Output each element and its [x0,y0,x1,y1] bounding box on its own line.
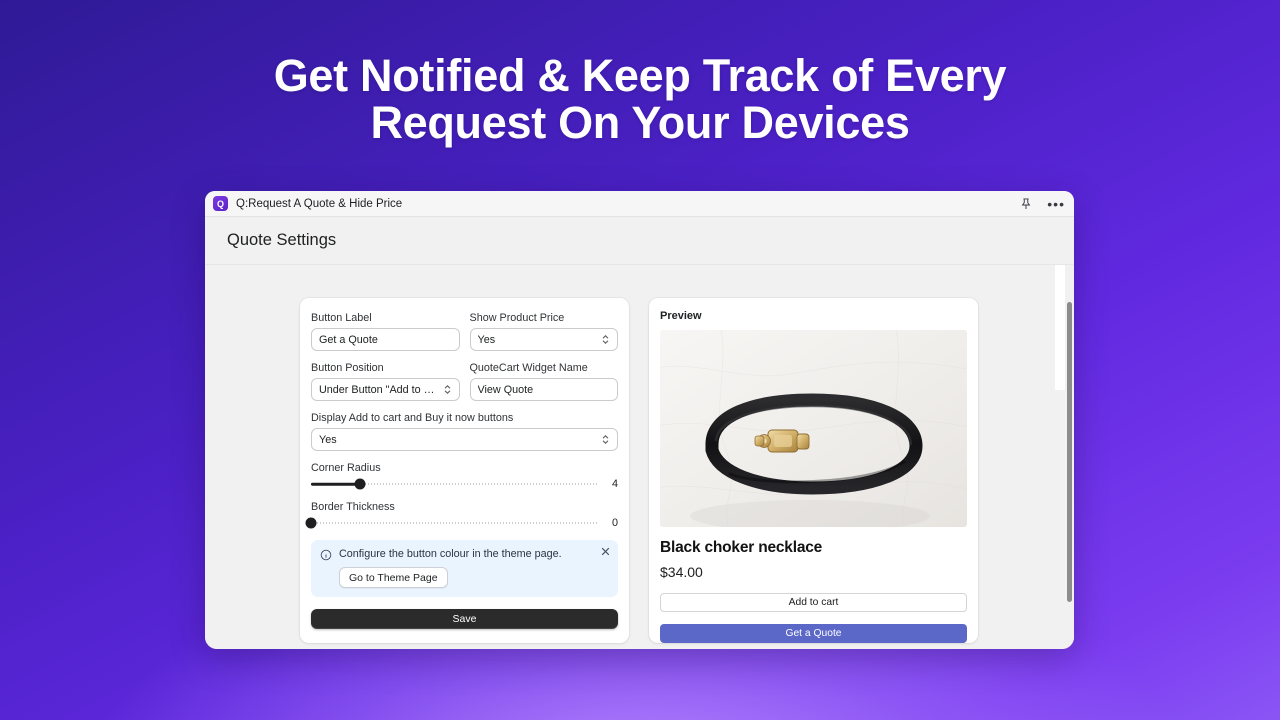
border-thickness-value: 0 [611,517,618,529]
form-row-1: Button Label Get a Quote Show Product Pr… [311,312,618,351]
slider-track [311,522,599,524]
close-icon[interactable] [600,546,611,557]
label-corner-radius: Corner Radius [311,462,381,474]
slider-handle[interactable] [305,517,317,529]
preview-panel-title: Preview [660,310,702,322]
chevron-updown-icon [444,385,450,394]
page-title: Quote Settings [227,231,337,249]
label-button-label: Button Label [311,312,372,324]
border-thickness-slider[interactable] [305,517,599,529]
field-button-position: Button Position Under Button "Add to Ca.… [311,362,460,401]
info-circle-icon [320,549,332,561]
headline-line-2: Request On Your Devices [370,97,910,148]
titlebar-actions: ••• [1019,197,1065,211]
slider-corner-radius: Corner Radius 4 [311,462,618,490]
banner-text: Configure the button colour in the theme… [339,548,562,560]
quotecart-widget-name-value: View Quote [477,383,534,396]
label-border-thickness: Border Thickness [311,501,395,513]
label-quotecart-widget-name: QuoteCart Widget Name [469,362,588,374]
product-price: $34.00 [660,564,703,580]
chevron-updown-icon [602,435,609,444]
slider-handle[interactable] [354,478,366,490]
quotecart-widget-name-input[interactable]: View Quote [469,378,618,401]
content-area: Button Label Get a Quote Show Product Pr… [205,265,1074,649]
window-title: Q:Request A Quote & Hide Price [236,197,403,210]
slider-fill [311,482,360,486]
label-display-buttons: Display Add to cart and Buy it now butto… [311,412,514,424]
form-row-2: Button Position Under Button "Add to Ca.… [311,362,618,401]
button-label-input[interactable]: Get a Quote [311,328,460,351]
chevron-updown-icon [602,335,609,344]
label-show-product-price: Show Product Price [469,312,565,324]
settings-form: Button Label Get a Quote Show Product Pr… [300,312,629,642]
theme-info-banner: Configure the button colour in the theme… [311,540,618,597]
go-to-theme-page-button[interactable]: Go to Theme Page [339,567,448,588]
headline-line-1: Get Notified & Keep Track of Every [273,50,1007,101]
get-a-quote-button[interactable]: Get a Quote [660,624,967,643]
button-position-value: Under Button "Add to Ca... [319,383,439,396]
more-options-icon[interactable]: ••• [1047,197,1065,211]
product-image [660,330,967,527]
button-label-value: Get a Quote [319,333,378,346]
app-window: Q Q:Request A Quote & Hide Price ••• Quo… [205,191,1074,649]
corner-radius-value: 4 [611,478,618,490]
corner-radius-slider[interactable] [311,478,599,490]
pushpin-icon[interactable] [1019,197,1033,211]
label-button-position: Button Position [311,362,384,374]
field-quotecart-widget-name: QuoteCart Widget Name View Quote [469,362,618,401]
display-buttons-select[interactable]: Yes [311,428,618,451]
field-button-label: Button Label Get a Quote [311,312,460,351]
page-header: Quote Settings [205,217,1074,265]
product-name: Black choker necklace [660,539,823,556]
show-product-price-select[interactable]: Yes [469,328,618,351]
field-show-product-price: Show Product Price Yes [469,312,618,351]
app-icon-q: Q [213,196,228,211]
add-to-cart-button[interactable]: Add to cart [660,593,967,612]
vertical-scrollbar[interactable] [1065,265,1074,649]
scrollbar-thumb[interactable] [1067,302,1072,602]
window-titlebar: Q Q:Request A Quote & Hide Price ••• [205,191,1074,217]
slider-border-thickness: Border Thickness 0 [305,501,618,529]
button-position-select[interactable]: Under Button "Add to Ca... [311,378,460,401]
promo-headline: Get Notified & Keep Track of Every Reque… [0,52,1280,146]
display-buttons-value: Yes [319,433,337,446]
save-button[interactable]: Save [311,609,618,629]
field-display-buttons: Display Add to cart and Buy it now butto… [311,412,618,451]
settings-card: Button Label Get a Quote Show Product Pr… [300,298,629,643]
show-product-price-value: Yes [477,333,496,346]
content-edge-fill [1055,265,1065,390]
columns: Button Label Get a Quote Show Product Pr… [205,298,1074,643]
preview-card: Preview Black choker necklace $34.00 Add… [649,298,978,643]
